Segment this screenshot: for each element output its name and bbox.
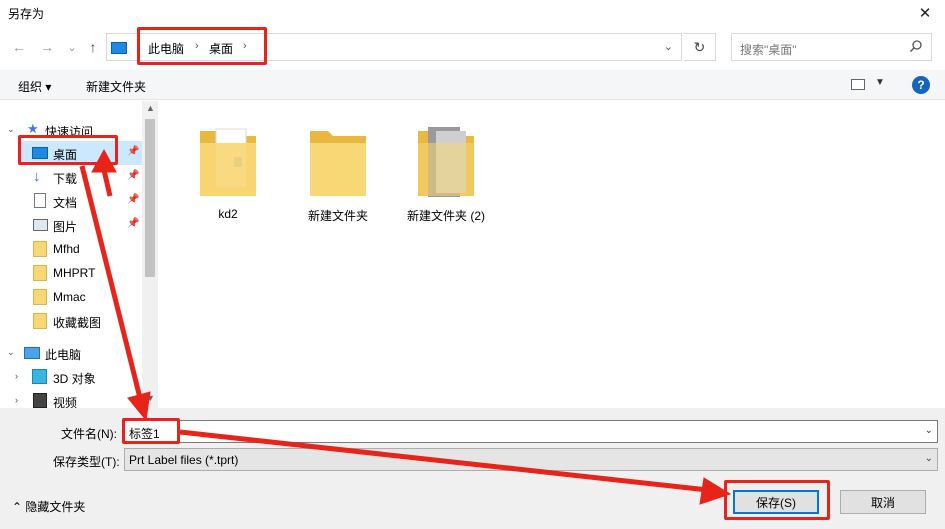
filename-label: 文件名(N): xyxy=(61,427,117,441)
forward-arrow-icon[interactable]: → xyxy=(38,38,56,56)
folder-item[interactable]: kd2 xyxy=(178,117,278,227)
sidebar-item-label: 3D 对象 xyxy=(53,372,96,386)
folder-name: 新建文件夹 (2) xyxy=(406,209,485,223)
sidebar-item-mfhd[interactable]: Mfhd xyxy=(0,237,142,261)
download-icon: ↓ xyxy=(33,168,41,185)
filetype-label: 保存类型(T): xyxy=(53,455,120,469)
title-bar: 另存为 ✕ xyxy=(0,0,945,26)
folder-icon xyxy=(310,131,366,196)
collapse-chevron-icon[interactable]: ⌄ xyxy=(7,124,15,135)
sidebar-item-label: 视频 xyxy=(53,396,78,408)
organize-menu[interactable]: 组织 ▾ xyxy=(18,78,51,95)
file-list[interactable]: kd2 新建文件夹 新建文件夹 (2) xyxy=(158,101,945,408)
chevron-down-icon[interactable]: ⌄ xyxy=(925,425,933,436)
recent-locations-icon[interactable]: ⌄ xyxy=(63,38,81,56)
sidebar-item-pictures[interactable]: 图片 📌 xyxy=(0,213,142,237)
folder-icon xyxy=(418,127,474,197)
pin-icon[interactable]: 📌 xyxy=(127,170,139,181)
breadcrumb-this-pc[interactable]: 此电脑 xyxy=(148,40,184,57)
desktop-icon xyxy=(32,147,48,159)
scrollbar-thumb[interactable] xyxy=(145,119,155,277)
sidebar-item-label: 快速访问 xyxy=(45,125,94,139)
address-bar[interactable]: 此电脑 › 桌面 › ⌄ xyxy=(106,33,682,61)
pin-icon[interactable]: 📌 xyxy=(127,218,139,229)
folder-icon xyxy=(33,313,47,329)
chevron-down-icon[interactable]: ⌄ xyxy=(664,40,673,53)
folder-icon xyxy=(33,265,47,281)
hide-folders-toggle[interactable]: ⌃ 隐藏文件夹 xyxy=(12,498,85,515)
collapse-chevron-icon[interactable]: ⌄ xyxy=(7,347,15,358)
sidebar-item-mhprt[interactable]: MHPRT xyxy=(0,261,142,285)
sidebar-item-downloads[interactable]: ↓ 下载 📌 xyxy=(0,165,142,189)
chevron-up-icon: ⌃ xyxy=(12,500,23,514)
star-icon: ★ xyxy=(27,121,39,136)
chevron-right-icon[interactable]: › xyxy=(195,40,199,52)
sidebar-item-desktop[interactable]: 桌面 📌 xyxy=(18,141,142,165)
search-icon[interactable] xyxy=(909,39,923,53)
sidebar-item-documents[interactable]: 文档 📌 xyxy=(0,189,142,213)
breadcrumb-desktop[interactable]: 桌面 xyxy=(209,40,233,57)
refresh-button[interactable]: ↻ xyxy=(684,33,716,61)
view-options-icon[interactable] xyxy=(851,79,865,90)
folder-name: kd2 xyxy=(218,207,238,221)
sidebar-item-3d-objects[interactable]: › 3D 对象 xyxy=(0,365,142,389)
navigation-bar: ← → ⌄ ↑ 此电脑 › 桌面 › ⌄ ↻ 搜索"桌面" xyxy=(0,30,945,64)
back-arrow-icon[interactable]: ← xyxy=(10,38,28,56)
sidebar-item-label: 收藏截图 xyxy=(53,316,102,330)
folder-icon xyxy=(200,128,256,196)
sidebar-item-this-pc[interactable]: ⌄ 此电脑 xyxy=(0,341,142,365)
cube-icon xyxy=(32,369,47,384)
new-folder-button[interactable]: 新建文件夹 xyxy=(86,78,146,95)
filetype-value: Prt Label files (*.tprt) xyxy=(129,453,239,467)
scroll-up-icon[interactable]: ▲ xyxy=(146,103,155,113)
folder-item[interactable]: 新建文件夹 (2) xyxy=(396,117,496,227)
hide-folders-label: 隐藏文件夹 xyxy=(25,500,86,514)
sidebar-item-label: MHPRT xyxy=(53,266,96,280)
scroll-down-icon[interactable]: ▼ xyxy=(146,393,155,403)
up-arrow-icon[interactable]: ↑ xyxy=(84,38,102,56)
sidebar-item-mmac[interactable]: Mmac xyxy=(0,285,142,309)
command-bar: 组织 ▾ 新建文件夹 ▼ ? xyxy=(0,70,945,100)
search-box[interactable]: 搜索"桌面" xyxy=(731,33,932,61)
filename-value: 标签1 xyxy=(129,427,160,441)
expand-chevron-icon[interactable]: › xyxy=(15,395,18,405)
folder-icon xyxy=(33,241,47,257)
pin-icon[interactable]: 📌 xyxy=(127,194,139,205)
computer-icon xyxy=(111,42,127,54)
folder-item[interactable]: 新建文件夹 xyxy=(288,117,388,227)
sidebar-item-label: 文档 xyxy=(53,196,78,210)
computer-icon xyxy=(24,347,40,359)
chevron-down-icon[interactable]: ▼ xyxy=(875,77,885,88)
sidebar-item-screenshots[interactable]: 收藏截图 xyxy=(0,309,142,333)
sidebar-item-label: Mmac xyxy=(53,290,86,304)
folder-name: 新建文件夹 xyxy=(307,209,368,223)
close-icon[interactable]: ✕ xyxy=(905,0,945,26)
sidebar-item-label: 桌面 xyxy=(53,148,78,162)
chevron-down-icon[interactable]: ⌄ xyxy=(925,453,933,464)
picture-icon xyxy=(33,219,48,231)
refresh-icon: ↻ xyxy=(693,38,706,55)
navigation-pane: ⌄ ★ 快速访问 桌面 📌 ↓ 下载 📌 文档 📌 图片 📌 Mfhd MHPR… xyxy=(0,101,158,408)
sidebar-item-label: 此电脑 xyxy=(45,348,82,362)
sidebar-item-label: 下载 xyxy=(53,172,78,186)
cancel-button[interactable]: 取消 xyxy=(840,490,926,514)
save-form: 文件名(N): 标签1 ⌄ 保存类型(T): Prt Label files (… xyxy=(0,408,945,529)
sidebar-item-quick-access[interactable]: ⌄ ★ 快速访问 xyxy=(0,118,142,142)
sidebar-item-label: 图片 xyxy=(53,220,78,234)
sidebar-item-videos[interactable]: › 视频 xyxy=(0,389,142,408)
sidebar-scrollbar[interactable]: ▲ ▼ xyxy=(142,101,158,408)
filename-input[interactable]: 标签1 ⌄ xyxy=(124,420,938,443)
search-placeholder: 搜索"桌面" xyxy=(740,43,797,57)
pin-icon[interactable]: 📌 xyxy=(127,146,139,157)
save-button[interactable]: 保存(S) xyxy=(733,490,819,514)
document-icon xyxy=(34,193,46,208)
video-icon xyxy=(33,393,47,408)
filetype-select[interactable]: Prt Label files (*.tprt) ⌄ xyxy=(124,448,938,471)
window-title: 另存为 xyxy=(8,7,45,21)
help-icon[interactable]: ? xyxy=(912,76,930,94)
chevron-right-icon[interactable]: › xyxy=(243,40,247,52)
folder-icon xyxy=(33,289,47,305)
expand-chevron-icon[interactable]: › xyxy=(15,371,18,381)
sidebar-item-label: Mfhd xyxy=(53,242,80,256)
